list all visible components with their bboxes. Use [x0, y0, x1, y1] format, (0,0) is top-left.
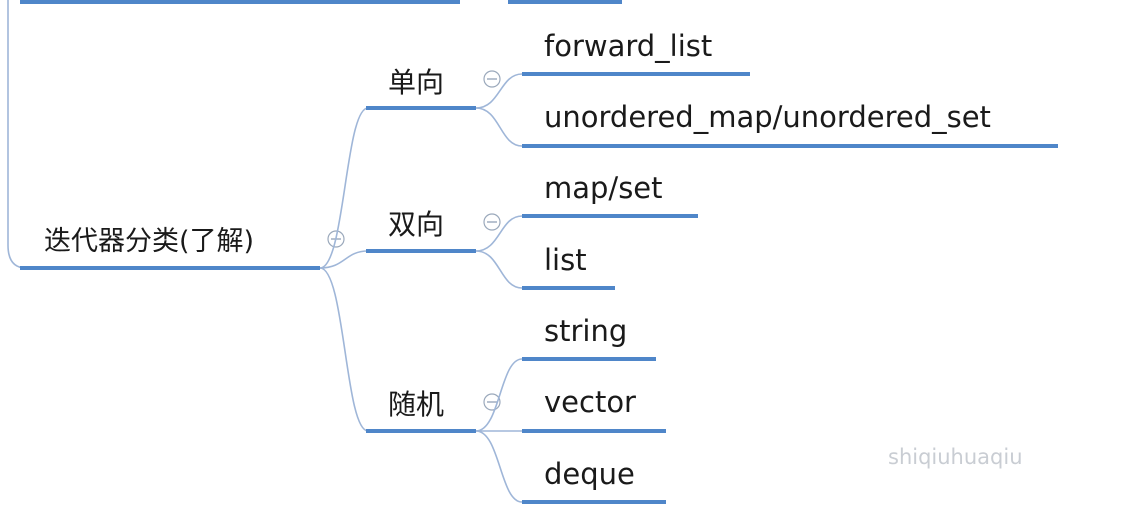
category-random-access-to-deque-connector: [475, 430, 523, 503]
category-one-way-to-unordered-connector: [475, 107, 523, 147]
root-to-category-2-connector: [319, 250, 369, 269]
category-random-access-to-string-connector: [475, 358, 523, 432]
category-one-way-collapse-icon[interactable]: [483, 70, 501, 88]
category-bidirectional-collapse-icon[interactable]: [483, 213, 501, 231]
category-bidirectional-to-list-connector: [475, 250, 523, 289]
trunk-connector: [7, 0, 27, 269]
item-vector[interactable]: vector: [522, 385, 666, 433]
watermark-text: shiqiuhuaqiu: [888, 445, 1023, 469]
item-deque-label: deque: [544, 457, 635, 491]
item-string-label: string: [544, 314, 627, 348]
item-list[interactable]: list: [522, 243, 615, 290]
category-one-way[interactable]: 单向: [366, 66, 476, 110]
item-unordered-map-set[interactable]: unordered_map/unordered_set: [522, 100, 1058, 148]
root-to-category-1-connector: [319, 107, 369, 269]
category-bidirectional-label: 双向: [388, 208, 444, 241]
category-one-way-label: 单向: [388, 66, 444, 99]
item-string[interactable]: string: [522, 314, 656, 361]
item-deque[interactable]: deque: [522, 457, 666, 504]
item-forward-list-label: forward_list: [544, 29, 712, 63]
item-map-set-label: map/set: [544, 171, 663, 205]
root-to-category-3-connector: [319, 267, 369, 432]
category-random-access-label: 随机: [388, 388, 444, 421]
root-node[interactable]: 迭代器分类(了解): [20, 226, 320, 270]
item-unordered-map-set-label: unordered_map/unordered_set: [544, 100, 991, 134]
root-label: 迭代器分类(了解): [44, 226, 254, 257]
item-vector-label: vector: [544, 385, 636, 419]
mind-map-diagram: 迭代器分类(了解) 单向 forward_list unordered_map/…: [7, 0, 1058, 504]
item-list-label: list: [544, 243, 587, 277]
item-forward-list[interactable]: forward_list: [522, 29, 750, 76]
item-map-set[interactable]: map/set: [522, 171, 698, 218]
category-bidirectional[interactable]: 双向: [366, 208, 476, 253]
category-random-access[interactable]: 随机: [366, 388, 476, 433]
